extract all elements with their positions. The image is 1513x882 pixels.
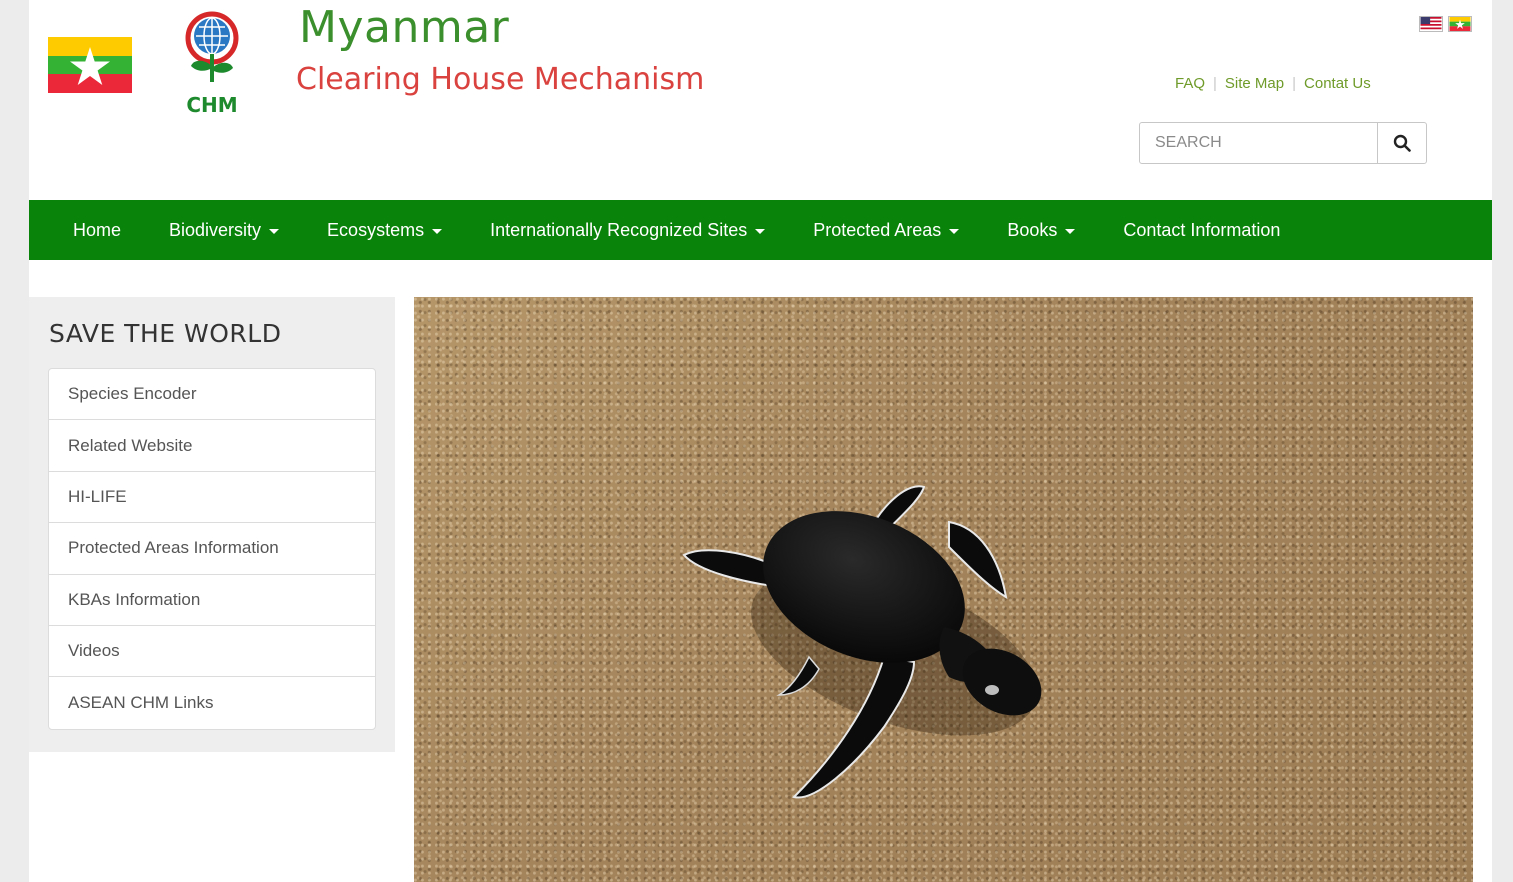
nav-books[interactable]: Books (983, 200, 1099, 260)
english-flag-icon[interactable] (1419, 16, 1443, 32)
myanmar-flag-icon (48, 37, 132, 93)
caret-down-icon (432, 228, 443, 234)
nav-ecosystems[interactable]: Ecosystems (303, 200, 466, 260)
chm-logo-icon: CHM (185, 11, 239, 117)
nav-label: Protected Areas (813, 219, 942, 240)
sidebar-item-hi-life[interactable]: HI-LIFE (49, 472, 375, 524)
nav-contact-information[interactable]: Contact Information (1099, 200, 1304, 260)
nav-home[interactable]: Home (49, 200, 145, 260)
search-button[interactable] (1377, 123, 1426, 163)
main-nav: Home Biodiversity Ecosystems Internation… (29, 200, 1492, 260)
nav-protected-areas[interactable]: Protected Areas (789, 200, 983, 260)
sidebar-item-videos[interactable]: Videos (49, 626, 375, 678)
search-input[interactable] (1140, 123, 1377, 163)
nav-label: Books (1007, 219, 1058, 240)
nav-label: Ecosystems (327, 219, 425, 240)
site-header: CHM Myanmar Clearing House Mechanism FAQ… (29, 0, 1492, 200)
myanmar-language-flag-icon[interactable] (1448, 16, 1472, 32)
nav-label: Home (73, 219, 122, 240)
sidebar-item-asean-chm-links[interactable]: ASEAN CHM Links (49, 677, 375, 728)
sidebar-item-related-website[interactable]: Related Website (49, 420, 375, 472)
caret-down-icon (269, 228, 280, 234)
hero-image-sea-turtle (414, 297, 1473, 882)
nav-internationally-recognized-sites[interactable]: Internationally Recognized Sites (466, 200, 789, 260)
page-container: CHM Myanmar Clearing House Mechanism FAQ… (29, 0, 1492, 882)
separator: | (1292, 75, 1297, 92)
separator: | (1213, 75, 1217, 92)
contact-us-link[interactable]: Contat Us (1304, 75, 1371, 92)
sidebar-list: Species Encoder Related Website HI-LIFE … (48, 368, 376, 730)
nav-label: Contact Information (1123, 219, 1281, 240)
sidebar: SAVE THE WORLD Species Encoder Related W… (29, 297, 395, 752)
sea-turtle-illustration (682, 485, 1042, 799)
nav-biodiversity[interactable]: Biodiversity (145, 200, 303, 260)
caret-down-icon (755, 228, 766, 234)
caret-down-icon (1065, 228, 1076, 234)
sidebar-item-protected-areas-information[interactable]: Protected Areas Information (49, 523, 375, 575)
top-links: FAQ | Site Map | Contat Us (1175, 75, 1371, 92)
site-title: Myanmar (299, 2, 510, 53)
svg-text:CHM: CHM (186, 93, 237, 117)
caret-down-icon (949, 228, 960, 234)
nav-label: Internationally Recognized Sites (490, 219, 748, 240)
sidebar-heading: SAVE THE WORLD (49, 319, 282, 348)
faq-link[interactable]: FAQ (1175, 75, 1205, 92)
nav-label: Biodiversity (169, 219, 262, 240)
sidebar-item-species-encoder[interactable]: Species Encoder (49, 369, 375, 421)
sidebar-item-kbas-information[interactable]: KBAs Information (49, 575, 375, 626)
search-icon (1393, 134, 1411, 152)
site-subtitle: Clearing House Mechanism (296, 62, 705, 97)
search-box (1139, 122, 1427, 164)
site-map-link[interactable]: Site Map (1225, 75, 1284, 92)
